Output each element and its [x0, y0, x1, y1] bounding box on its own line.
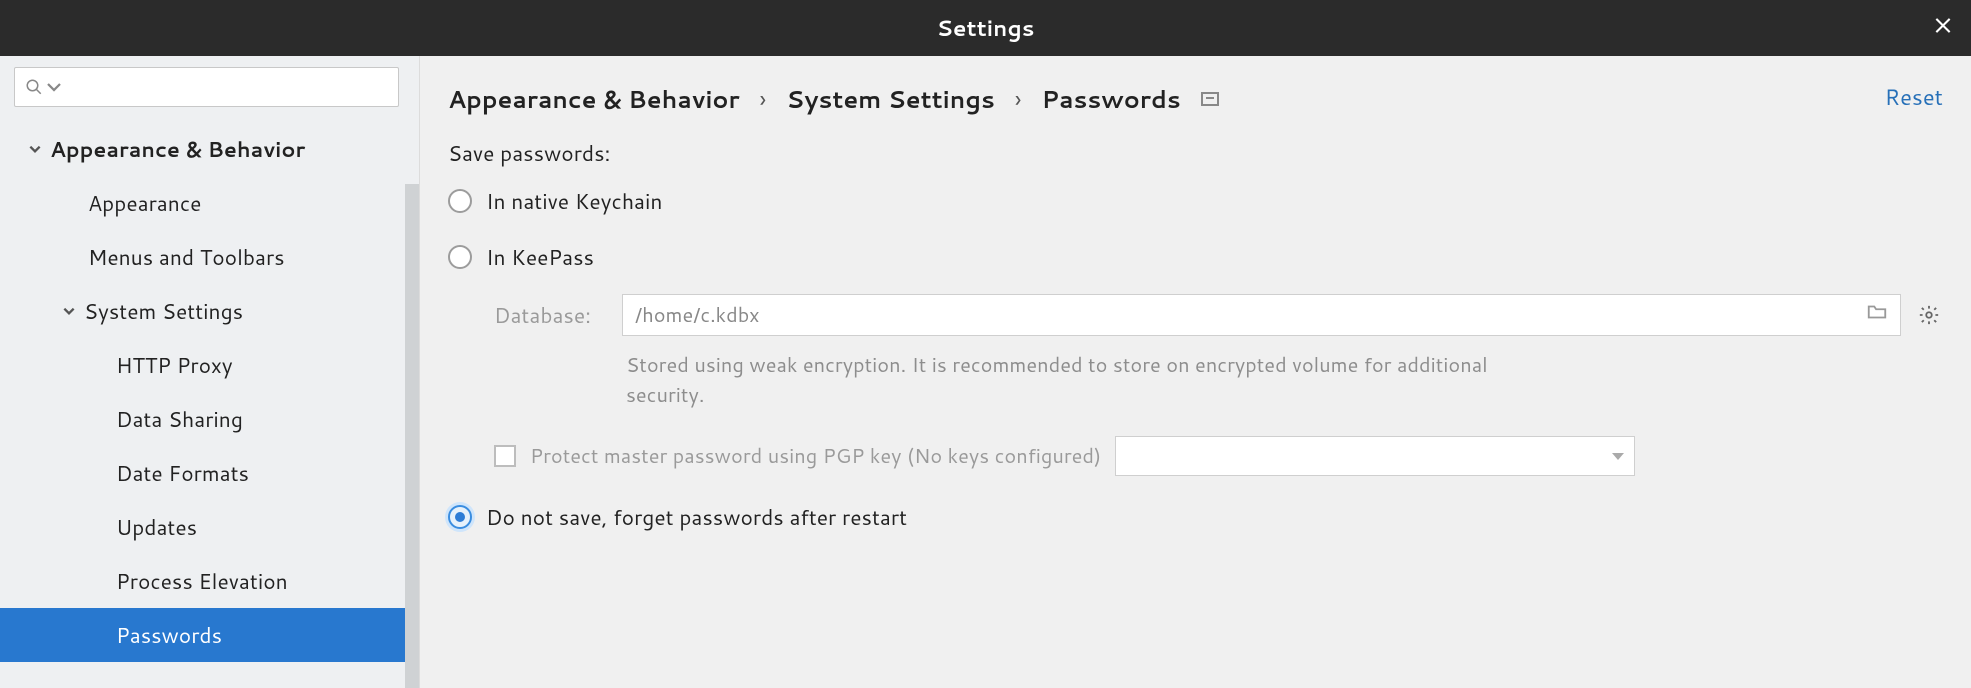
- reset-button[interactable]: Reset: [1885, 82, 1943, 113]
- radio-icon: [448, 245, 472, 269]
- sidebar-scrollbar[interactable]: [405, 184, 419, 688]
- settings-content: Appearance & Behavior › System Settings …: [420, 56, 1971, 688]
- chevron-right-icon: ›: [1015, 82, 1022, 116]
- window-close-button[interactable]: [1933, 13, 1953, 44]
- browse-folder-icon[interactable]: [1866, 301, 1888, 330]
- radio-label: Do not save, forget passwords after rest…: [486, 502, 907, 532]
- breadcrumb-leaf: Passwords: [1041, 82, 1180, 116]
- tree-system-settings[interactable]: System Settings: [0, 284, 419, 338]
- breadcrumb: Appearance & Behavior › System Settings …: [448, 82, 1943, 116]
- tree-date-formats[interactable]: Date Formats: [0, 446, 419, 500]
- tree-passwords[interactable]: Passwords: [0, 608, 419, 662]
- tree-item-label: Process Elevation: [116, 566, 288, 596]
- pgp-protection-row: Protect master password using PGP key (N…: [494, 436, 1943, 476]
- option-do-not-save[interactable]: Do not save, forget passwords after rest…: [448, 502, 1943, 532]
- pgp-checkbox[interactable]: [494, 445, 516, 467]
- settings-search-input[interactable]: [14, 67, 399, 107]
- chevron-down-icon: [58, 304, 80, 318]
- encryption-hint: Stored using weak encryption. It is reco…: [626, 350, 1566, 410]
- chevron-down-icon: [1612, 453, 1624, 460]
- tree-http-proxy[interactable]: HTTP Proxy: [0, 338, 419, 392]
- window-title: Settings: [937, 13, 1035, 44]
- radio-icon: [448, 505, 472, 529]
- radio-label: In KeePass: [486, 242, 594, 272]
- chevron-down-icon: [45, 78, 63, 96]
- tree-process-elevation[interactable]: Process Elevation: [0, 554, 419, 608]
- pgp-key-select[interactable]: [1115, 436, 1635, 476]
- gear-icon: [1918, 304, 1940, 326]
- database-settings-button[interactable]: [1915, 301, 1943, 329]
- save-passwords-label: Save passwords:: [448, 138, 1943, 168]
- tree-item-label: Data Sharing: [116, 404, 243, 434]
- tree-updates[interactable]: Updates: [0, 500, 419, 554]
- tree-item-label: System Settings: [84, 296, 243, 326]
- tree-item-label: Date Formats: [116, 458, 249, 488]
- radio-label: In native Keychain: [486, 186, 662, 216]
- close-icon: [1933, 16, 1953, 36]
- database-path-input[interactable]: /home/c.kdbx: [622, 294, 1901, 336]
- tree-item-label: HTTP Proxy: [116, 350, 233, 380]
- tree-item-label: Appearance: [88, 188, 201, 218]
- keepass-subgroup: Database: /home/c.kdbx Stored using weak…: [494, 294, 1943, 476]
- window-icon: [1201, 92, 1219, 106]
- pgp-label: Protect master password using PGP key (N…: [530, 442, 1101, 470]
- search-icon: [25, 78, 43, 96]
- window-titlebar: Settings: [0, 0, 1971, 56]
- settings-sidebar: Appearance & Behavior Appearance Menus a…: [0, 56, 420, 688]
- breadcrumb-root[interactable]: Appearance & Behavior: [448, 82, 740, 116]
- tree-appearance-behavior[interactable]: Appearance & Behavior: [0, 122, 419, 176]
- tree-item-label: Menus and Toolbars: [88, 242, 285, 272]
- option-native-keychain[interactable]: In native Keychain: [448, 186, 1943, 216]
- tree-data-sharing[interactable]: Data Sharing: [0, 392, 419, 446]
- settings-tree: Appearance & Behavior Appearance Menus a…: [0, 118, 419, 688]
- database-label: Database:: [494, 300, 608, 330]
- database-path-value: /home/c.kdbx: [635, 301, 760, 329]
- breadcrumb-mid[interactable]: System Settings: [786, 82, 995, 116]
- chevron-down-icon: [24, 142, 46, 156]
- tree-menus-toolbars[interactable]: Menus and Toolbars: [0, 230, 419, 284]
- tree-item-label: Updates: [116, 512, 197, 542]
- tree-item-label: Passwords: [116, 620, 222, 650]
- chevron-right-icon: ›: [760, 82, 767, 116]
- radio-icon: [448, 189, 472, 213]
- tree-appearance[interactable]: Appearance: [0, 176, 419, 230]
- tree-item-label: Appearance & Behavior: [50, 134, 305, 164]
- option-keepass[interactable]: In KeePass: [448, 242, 1943, 272]
